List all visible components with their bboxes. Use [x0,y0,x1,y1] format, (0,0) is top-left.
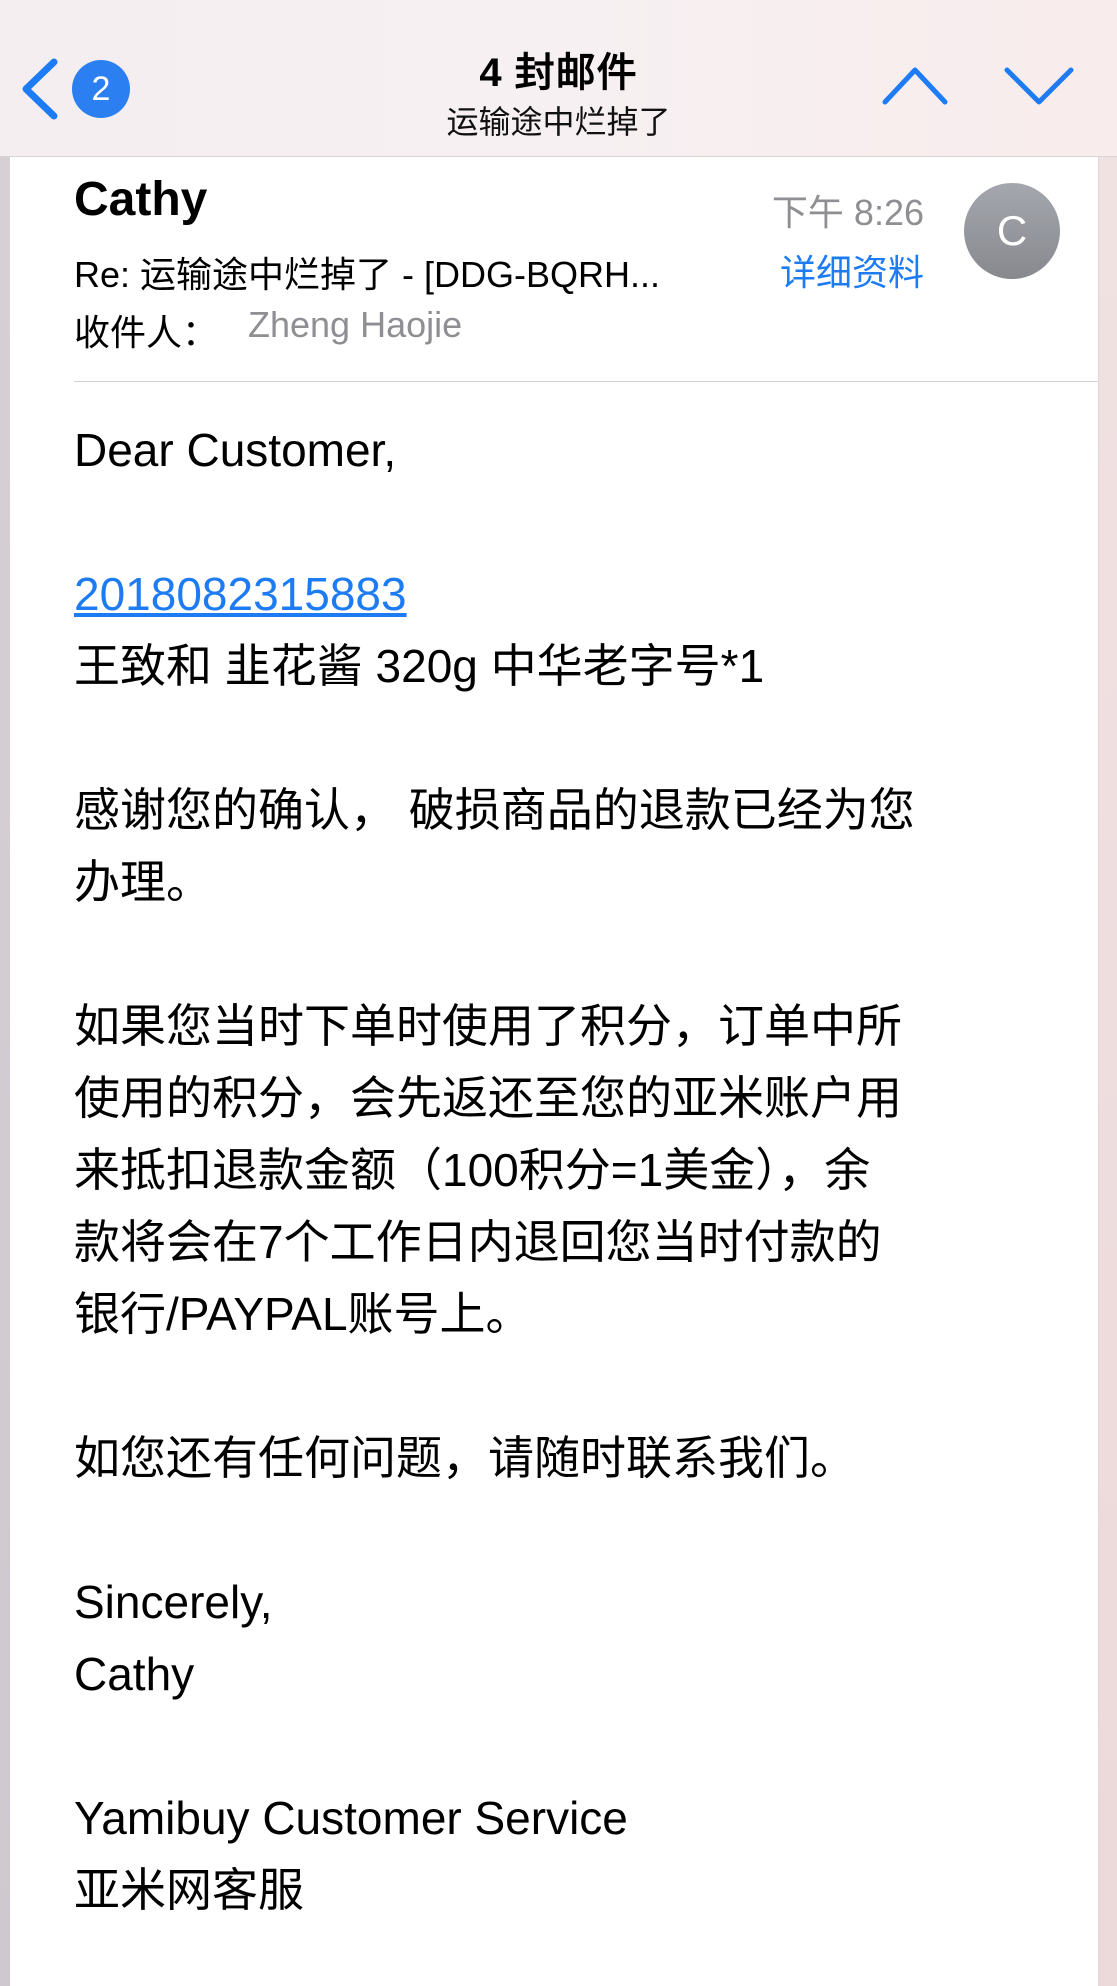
paragraph-line: 银行/PAYPAL账号上。 [74,1288,532,1340]
order-number-link[interactable]: 2018082315883 [74,558,407,630]
recipient-name[interactable]: Zheng Haojie [248,304,462,346]
contact-line: 如您还有任何问题，请随时联系我们。 [74,1432,856,1484]
paragraph-line: 来抵扣退款金额（100积分=1美金），余 [74,1144,871,1196]
navigation-bar: 2 4 封邮件 运输途中烂掉了 [0,0,1117,157]
order-number[interactable]: 2018082315883 [74,568,407,620]
item-line: 王致和 韭花酱 320g 中华老字号*1 [74,640,765,692]
paragraph-line: 办理。 [74,856,212,908]
sender-name[interactable]: Cathy [74,172,207,227]
message-subject: Re: 运输途中烂掉了 - [DDG-BQRH... [74,254,661,295]
header-divider [74,381,1098,382]
chevron-up-icon [882,67,948,105]
message-time: 下午 8:26 [771,192,924,233]
paragraph-line: 使用的积分，会先返还至您的亚米账户用 [74,1072,902,1124]
company-name-cn: 亚米网客服 [74,1864,304,1916]
next-card-edge [1098,157,1117,1986]
paragraph-line: 如果您当时下单时使用了积分，订单中所 [74,1000,902,1052]
paragraph-line: 款将会在7个工作日内退回您当时付款的 [74,1216,882,1268]
avatar[interactable]: C [964,183,1060,279]
company-name-en: Yamibuy Customer Service [74,1792,628,1844]
next-message-button[interactable] [1002,62,1076,108]
details-link[interactable]: 详细资料 [740,244,924,296]
chevron-down-icon [1004,67,1074,105]
closing: Sincerely, [74,1576,273,1628]
paragraph-line: 感谢您的确认， 破损商品的退款已经为您 [74,784,915,836]
signature-name: Cathy [74,1648,195,1700]
previous-card-edge [0,157,10,1986]
greeting: Dear Customer, [74,424,397,476]
previous-message-button[interactable] [880,62,950,108]
recipient-label: 收件人： [74,312,219,353]
